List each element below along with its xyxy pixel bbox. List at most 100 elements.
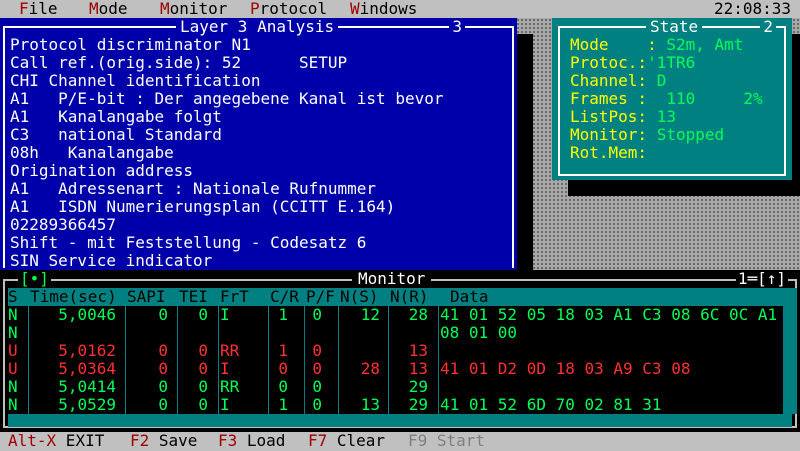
cell-time: 5,0364	[58, 359, 116, 378]
state-label: Mode :	[570, 35, 667, 54]
state-value: 13	[656, 107, 676, 126]
fkey-key: F7	[308, 431, 328, 450]
cell-tei: 0	[198, 359, 208, 378]
cell-s: U	[8, 341, 18, 360]
cell-sapi: 0	[158, 359, 168, 378]
cell-nr: 13	[408, 341, 428, 360]
decode-line: A1 Adressenart : Nationale Rufnummer	[10, 179, 377, 198]
menu-hotkey: P	[250, 0, 260, 18]
cell-cr: 1	[278, 395, 288, 414]
fkey-label: Start	[427, 431, 486, 450]
menu-label: onitor	[169, 0, 228, 18]
column-header[interactable]: N(S)	[340, 288, 379, 306]
cell-time: 5,0162	[58, 341, 116, 360]
cell-sapi: 0	[158, 305, 168, 324]
decode-line: Protocol discriminator N1	[10, 35, 251, 54]
menu-hotkey: W	[350, 0, 360, 18]
menu-protocol[interactable]: Protocol	[250, 0, 327, 18]
zoom-box-icon[interactable]: 1═[↑]	[735, 270, 788, 288]
column-separator	[304, 288, 305, 414]
fkey-clear[interactable]: F7 Clear	[308, 432, 385, 450]
decode-line: A1 ISDN Numerierungsplan (CCITT E.164)	[10, 197, 396, 216]
cell-nr: 29	[408, 395, 428, 414]
window-title[interactable]: State	[646, 18, 703, 36]
decode-line: CHI Channel identification	[10, 71, 261, 90]
horizontal-scrollbar[interactable]	[8, 414, 792, 427]
fkey-label: Load	[237, 431, 286, 450]
cell-pf: 0	[312, 305, 322, 324]
cell-frt: RR	[220, 341, 240, 360]
menu-monitor[interactable]: Monitor	[160, 0, 227, 18]
menu-bar: File Mode Monitor Protocol Windows 22:08…	[0, 0, 800, 18]
fkey-load[interactable]: F3 Load	[218, 432, 285, 450]
state-label: Protoc.:	[570, 53, 648, 72]
cell-nr: 13	[408, 359, 428, 378]
column-separator	[388, 288, 389, 414]
window-title[interactable]: Layer 3 Analysis	[176, 18, 339, 36]
column-header[interactable]: Data	[450, 288, 489, 306]
cell-data: 08 01 00	[440, 323, 518, 342]
column-header[interactable]: S	[8, 288, 18, 306]
column-header[interactable]: P/F	[306, 288, 335, 306]
cell-data: 41 01 52 6D 70 02 81 31	[440, 395, 662, 414]
state-row: Mode : S2m, Amt	[570, 36, 743, 54]
menu-mode[interactable]: Mode	[89, 0, 128, 18]
cell-sapi: 0	[158, 377, 168, 396]
fkey-exit[interactable]: Alt-X EXIT	[8, 432, 104, 450]
function-key-bar: Alt-X EXIT F2 Save F3 Load F7 Clear F9 Start	[0, 432, 800, 451]
menu-windows[interactable]: Windows	[350, 0, 417, 18]
cell-pf: 0	[312, 359, 322, 378]
column-header[interactable]: N(R)	[390, 288, 429, 306]
cell-ns: 28	[360, 359, 380, 378]
column-header[interactable]: FrT	[220, 288, 249, 306]
state-label: Monitor:	[570, 125, 657, 144]
state-row: Frames : 110 2%	[570, 90, 763, 108]
layer3-analysis-window[interactable]: Layer 3 Analysis 3 Protocol discriminato…	[0, 18, 517, 270]
window-number: 2	[760, 18, 776, 36]
fkey-label: Save	[149, 431, 198, 450]
cell-tei: 0	[198, 377, 208, 396]
decode-line: Shift - mit Feststellung - Codesatz 6	[10, 233, 367, 252]
column-header[interactable]: Time(sec)	[30, 288, 117, 306]
cell-tei: 0	[198, 395, 208, 414]
state-label: Channel:	[570, 71, 657, 90]
cell-time: 5,0046	[58, 305, 116, 324]
decode-line: A1 P/E-bit : Der angegebene Kanal ist be…	[10, 89, 444, 108]
state-window[interactable]: State 2 Mode : S2m, Amt Protoc.:'1TR6 Chan…	[552, 18, 792, 180]
state-value: 110 2%	[656, 89, 763, 108]
cell-pf: 0	[312, 377, 322, 396]
fkey-start[interactable]: F9 Start	[408, 432, 485, 450]
cell-time: 5,0414	[58, 377, 116, 396]
column-header[interactable]: C/R	[270, 288, 299, 306]
cell-ns: 13	[360, 395, 380, 414]
fkey-save[interactable]: F2 Save	[130, 432, 197, 450]
cell-pf: 0	[312, 341, 322, 360]
cell-frt: I	[220, 305, 230, 324]
cell-tei: 0	[198, 305, 208, 324]
decode-lines: Protocol discriminator N1 Call ref.(orig.…	[10, 36, 443, 270]
decode-line: 08h Kanalangabe	[10, 143, 174, 162]
fkey-key: Alt-X	[8, 431, 57, 450]
cell-cr: 0	[278, 359, 288, 378]
cell-s: N	[8, 323, 18, 342]
cell-s: U	[8, 359, 18, 378]
column-separator	[177, 288, 178, 414]
menu-label: ode	[98, 0, 128, 18]
state-row: Rot.Mem:	[570, 144, 657, 162]
state-value: '1TR6	[647, 53, 696, 72]
column-header[interactable]: TEI	[179, 288, 208, 306]
menu-file[interactable]: File	[19, 0, 58, 18]
vertical-scrollbar[interactable]	[783, 288, 797, 414]
decode-line: Call ref.(orig.side): 52 SETUP	[10, 53, 348, 72]
window-title[interactable]: Monitor	[352, 270, 432, 288]
cell-nr: 29	[408, 377, 428, 396]
column-header[interactable]: SAPI	[127, 288, 166, 306]
column-separator	[438, 288, 439, 414]
window-number: 3	[449, 18, 465, 36]
clock: 22:08:33	[713, 0, 791, 18]
fkey-key: F2	[130, 431, 150, 450]
cell-s: N	[8, 395, 18, 414]
fkey-label: Clear	[327, 431, 386, 450]
monitor-window[interactable]: [•] Monitor 1═[↑] S Time(sec) SAPI TEI FrT C/…	[0, 270, 800, 430]
close-box-icon[interactable]: [•]	[18, 270, 51, 288]
